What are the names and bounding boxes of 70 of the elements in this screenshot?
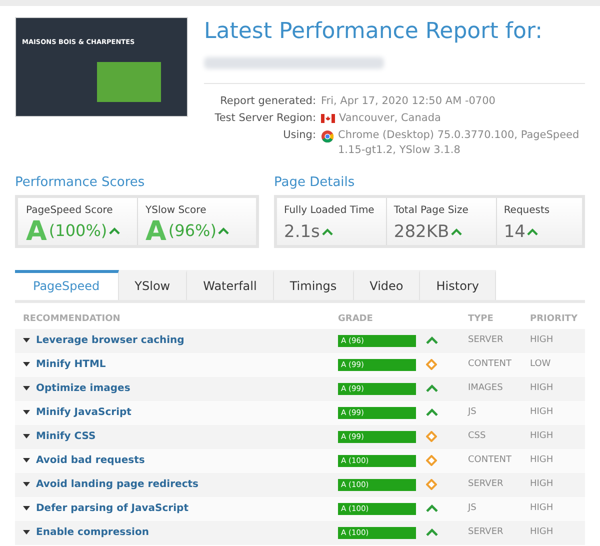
info-value: Chrome (Desktop) 75.0.3770.100, PageSpeed 1.15-gt1.2, YSlow 3.1.8 xyxy=(338,128,580,158)
detail-value: 14 xyxy=(504,220,526,244)
recommendation-link[interactable]: Avoid bad requests xyxy=(36,453,145,468)
info-label: Using: xyxy=(282,128,316,142)
type-text: JS xyxy=(468,502,478,515)
type-text: SERVER xyxy=(468,334,504,347)
flag-icon xyxy=(321,114,335,123)
caret-icon xyxy=(23,482,30,487)
column-header: GRADE xyxy=(338,312,374,326)
tab[interactable]: PageSpeed xyxy=(15,270,119,300)
tab[interactable]: Video xyxy=(354,270,420,300)
caret-icon xyxy=(23,434,30,439)
type-text: SERVER xyxy=(468,526,504,539)
type-text: CONTENT xyxy=(468,358,513,371)
column-header: TYPE xyxy=(468,312,494,326)
priority-text: HIGH xyxy=(530,406,554,419)
score-label: PageSpeed Score xyxy=(26,204,114,218)
caret-icon xyxy=(23,410,30,415)
priority-text: LOW xyxy=(530,358,551,371)
recommendation-link[interactable]: Enable compression xyxy=(36,525,149,540)
grade-letter: A xyxy=(26,218,47,244)
caret-icon xyxy=(23,338,30,343)
priority-text: HIGH xyxy=(530,502,554,515)
report-title: Latest Performance Report for: xyxy=(204,18,544,46)
priority-text: HIGH xyxy=(530,454,554,467)
detail-label: Fully Loaded Time xyxy=(284,204,376,218)
column-header: RECOMMENDATION xyxy=(22,312,122,326)
info-label: Test Server Region: xyxy=(214,110,316,126)
recommendation-link[interactable]: Avoid landing page redirects xyxy=(36,477,198,492)
caret-icon xyxy=(23,362,30,367)
priority-text: HIGH xyxy=(530,382,554,395)
priority-text: HIGH xyxy=(530,526,554,539)
priority-text: HIGH xyxy=(530,430,554,443)
tab[interactable]: Timings xyxy=(274,270,354,300)
tab[interactable]: History xyxy=(420,270,496,300)
info-label: Report generated: xyxy=(219,94,316,109)
section-heading: Page Details xyxy=(274,174,356,192)
detail-label: Requests xyxy=(504,204,551,218)
column-header: PRIORITY xyxy=(530,312,578,326)
type-text: CONTENT xyxy=(468,454,513,467)
caret-icon xyxy=(23,386,30,391)
recommendation-link[interactable]: Optimize images xyxy=(36,381,130,396)
type-text: IMAGES xyxy=(468,382,504,395)
priority-text: HIGH xyxy=(530,334,554,347)
score-value: (96%) xyxy=(168,220,216,242)
detail-label: Total Page Size xyxy=(394,204,470,218)
caret-icon xyxy=(23,506,30,511)
info-value: Fri, Apr 17, 2020 12:50 AM -0700 xyxy=(321,94,496,109)
score-value: (100%) xyxy=(48,220,108,242)
detail-value: 282KB xyxy=(394,220,450,244)
grade-letter: A xyxy=(146,218,166,244)
score-label: YSlow Score xyxy=(146,204,208,218)
tab[interactable]: YSlow xyxy=(118,270,188,300)
info-value: Vancouver, Canada xyxy=(339,110,441,126)
recommendation-link[interactable]: Minify CSS xyxy=(36,429,96,444)
tab[interactable]: Waterfall xyxy=(187,270,274,300)
detail-value: 2.1s xyxy=(284,220,320,244)
recommendation-link[interactable]: Leverage browser caching xyxy=(36,333,184,348)
recommendation-link[interactable]: Minify HTML xyxy=(36,357,106,372)
recommendation-link[interactable]: Defer parsing of JavaScript xyxy=(36,501,188,516)
type-text: CSS xyxy=(468,430,487,443)
caret-icon xyxy=(23,458,30,463)
priority-text: HIGH xyxy=(530,478,554,491)
type-text: JS xyxy=(468,406,478,419)
section-heading: Performance Scores xyxy=(15,174,146,192)
type-text: SERVER xyxy=(468,478,504,491)
caret-icon xyxy=(23,530,30,535)
browser-icon xyxy=(321,130,334,142)
screenshot-panel xyxy=(97,62,161,102)
recommendation-link[interactable]: Minify JavaScript xyxy=(36,405,132,420)
